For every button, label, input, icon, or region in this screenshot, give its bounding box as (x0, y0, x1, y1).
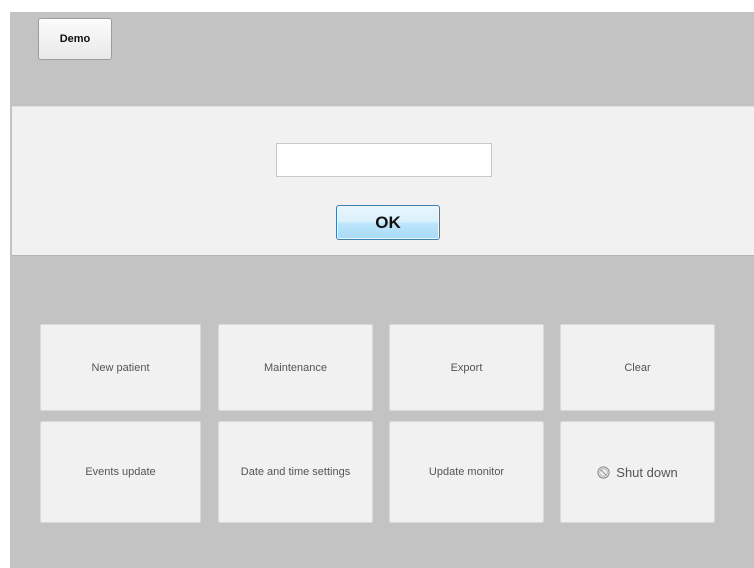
new-patient-button[interactable]: New patient (40, 324, 201, 411)
ok-button-label: OK (375, 212, 401, 232)
code-input[interactable] (276, 143, 492, 177)
demo-button[interactable]: Demo (38, 18, 112, 60)
clear-label: Clear (624, 361, 651, 374)
new-patient-label: New patient (91, 361, 150, 374)
update-monitor-label: Update monitor (428, 466, 505, 478)
ok-button[interactable]: OK (336, 205, 440, 240)
power-icon (597, 465, 610, 479)
export-button[interactable]: Export (389, 324, 544, 411)
date-time-settings-label: Date and time settings (240, 466, 351, 478)
events-update-label: Events update (85, 466, 156, 478)
export-label: Export (450, 361, 483, 374)
login-panel: OK (12, 106, 754, 256)
maintenance-label: Maintenance (264, 361, 327, 374)
shut-down-button[interactable]: Shut down (560, 421, 715, 523)
clear-button[interactable]: Clear (560, 324, 715, 411)
shut-down-label: Shut down (616, 464, 678, 480)
app-window: Demo OK New patient Maintenance Export C… (10, 12, 754, 568)
date-time-settings-button[interactable]: Date and time settings (218, 421, 373, 523)
maintenance-button[interactable]: Maintenance (218, 324, 373, 411)
update-monitor-button[interactable]: Update monitor (389, 421, 544, 523)
demo-button-label: Demo (59, 33, 91, 45)
events-update-button[interactable]: Events update (40, 421, 201, 523)
